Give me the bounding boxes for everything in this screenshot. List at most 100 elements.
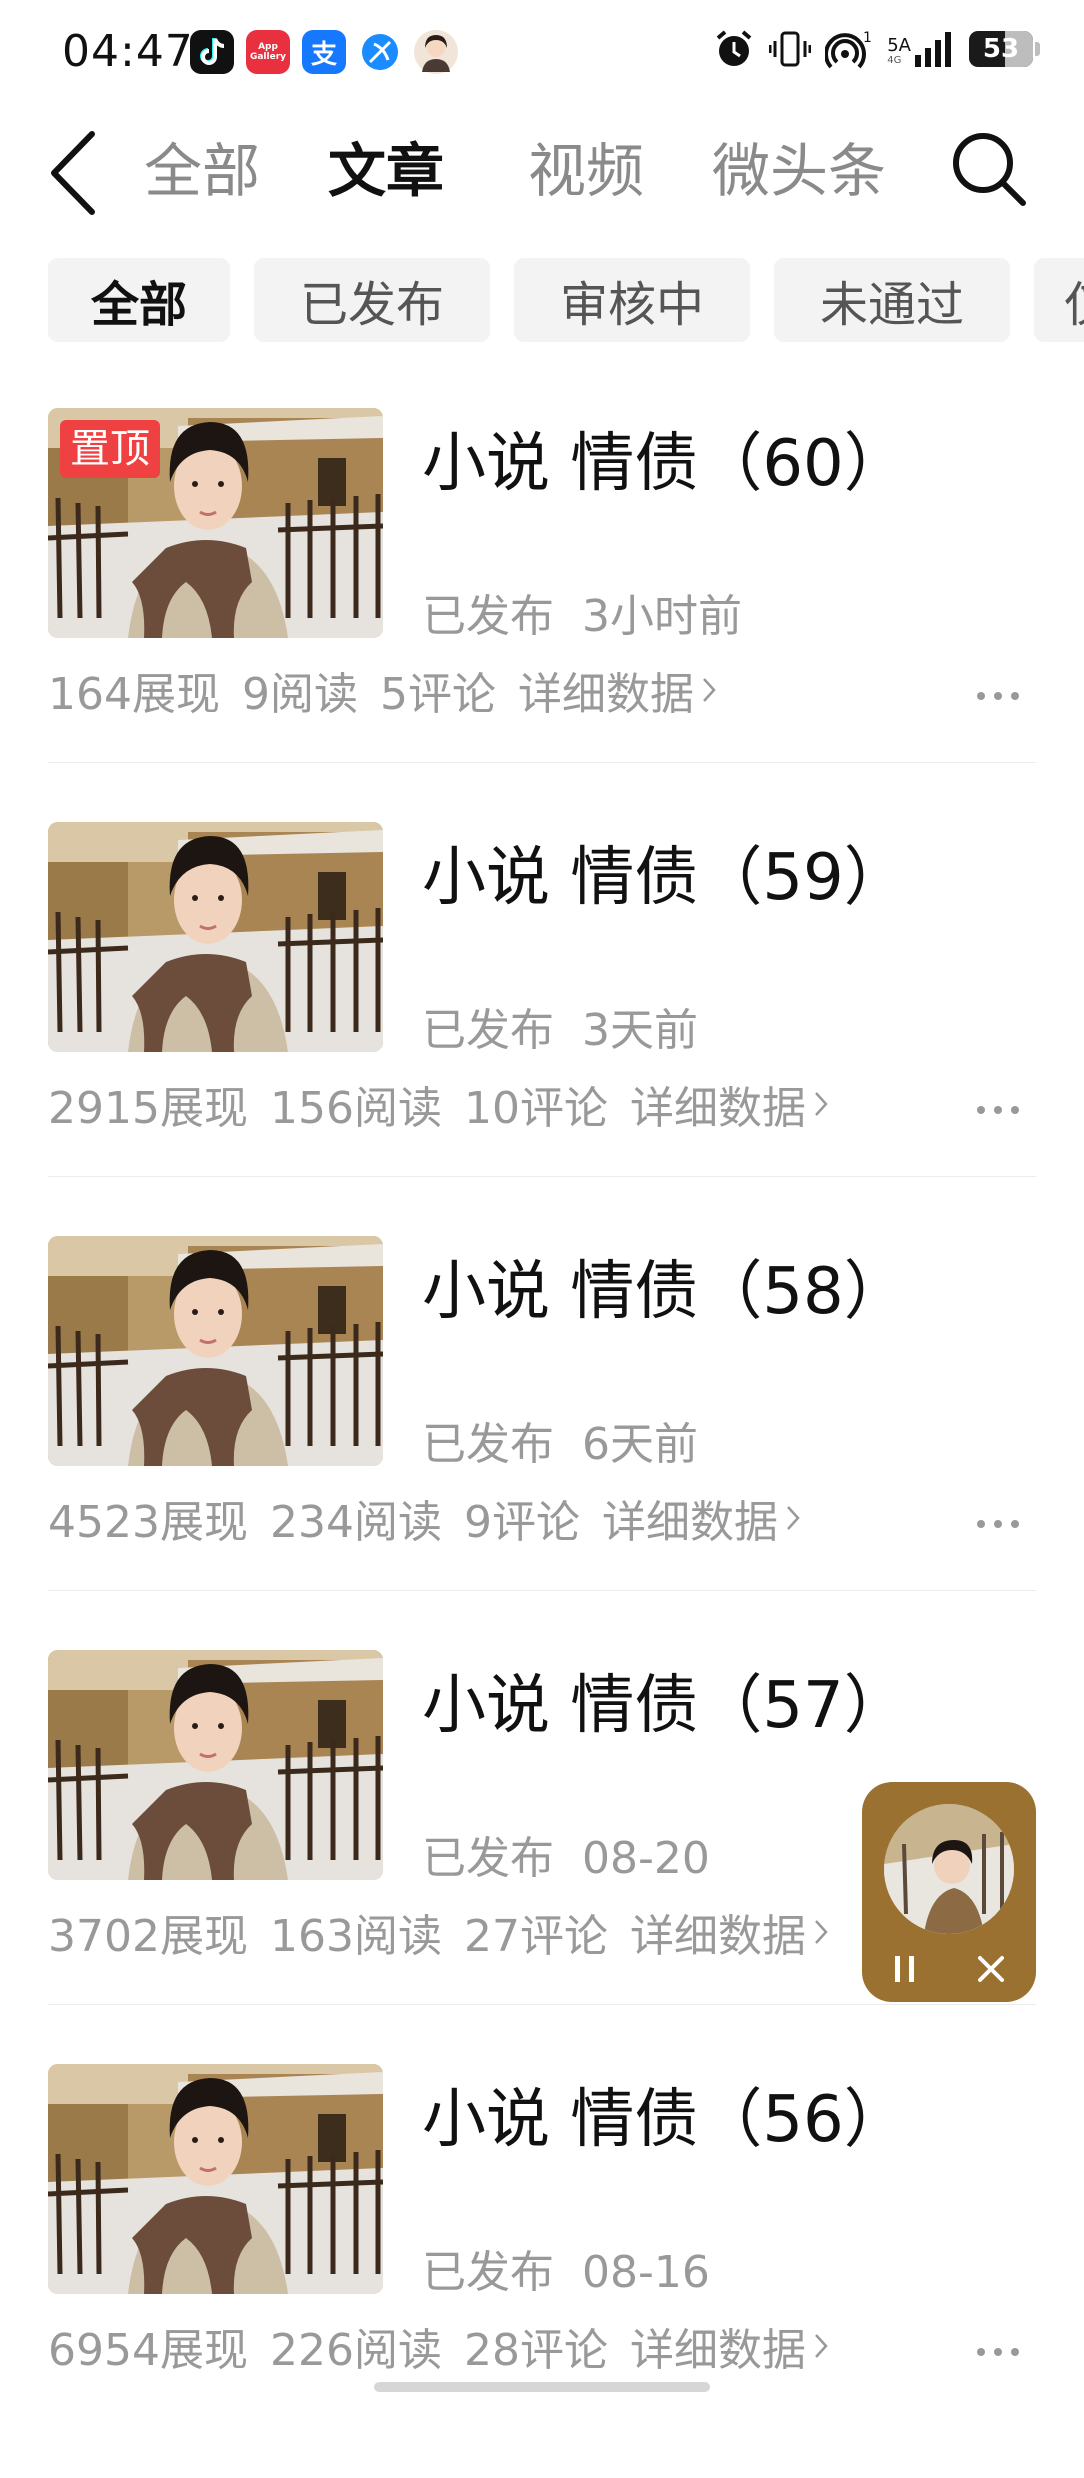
more-options-button[interactable] bbox=[968, 1090, 1028, 1130]
comments-count: 27评论 bbox=[463, 1911, 608, 1962]
divider bbox=[48, 2004, 1036, 2005]
tab-articles[interactable]: 文章 bbox=[328, 126, 444, 216]
article-title[interactable]: 小说 情债（60） bbox=[422, 412, 908, 504]
comments-count: 9评论 bbox=[463, 1497, 580, 1548]
more-options-button[interactable] bbox=[968, 676, 1028, 716]
publish-status: 已发布 bbox=[422, 1005, 554, 1056]
article-status-line: 已发布 08-20 bbox=[422, 1822, 710, 1886]
article-title[interactable]: 小说 情债（56） bbox=[422, 2068, 908, 2160]
close-icon bbox=[978, 1956, 1004, 1982]
filter-published[interactable]: 已发布 bbox=[254, 258, 490, 342]
filter-rejected[interactable]: 未通过 bbox=[774, 258, 1010, 342]
reads-count: 234阅读 bbox=[269, 1497, 442, 1548]
article-thumbnail[interactable] bbox=[48, 822, 383, 1052]
status-filter-bar: 全部 已发布 审核中 未通过 仅 bbox=[0, 258, 1084, 346]
detail-data-link[interactable]: 详细数据 bbox=[602, 1486, 800, 1550]
detail-data-link[interactable]: 详细数据 bbox=[518, 658, 716, 722]
pause-icon bbox=[895, 1956, 914, 1982]
chevron-right-icon bbox=[815, 2334, 828, 2358]
publish-time: 6天前 bbox=[581, 1419, 698, 1470]
more-icon bbox=[977, 1520, 1019, 1528]
divider bbox=[48, 1590, 1036, 1591]
views-count: 6954展现 bbox=[48, 2325, 248, 2376]
avatar-icon bbox=[414, 30, 458, 74]
article-item[interactable]: 小说 情债（56） 已发布 08-16 6954展现 226阅读 28评论 详细… bbox=[0, 2064, 1084, 2478]
reads-count: 226阅读 bbox=[269, 2325, 442, 2376]
article-thumbnail[interactable] bbox=[48, 2064, 383, 2294]
more-options-button[interactable] bbox=[968, 2332, 1028, 2372]
tiktok-icon bbox=[190, 30, 234, 74]
floating-audio-player[interactable] bbox=[862, 1782, 1036, 2002]
tab-all[interactable]: 全部 bbox=[144, 126, 260, 216]
more-icon bbox=[977, 1106, 1019, 1114]
more-options-button[interactable] bbox=[968, 1504, 1028, 1544]
chevron-right-icon bbox=[703, 678, 716, 702]
chevron-left-icon bbox=[51, 131, 95, 215]
article-status-line: 已发布 3天前 bbox=[422, 994, 698, 1058]
filter-all[interactable]: 全部 bbox=[48, 258, 230, 342]
views-count: 2915展现 bbox=[48, 1083, 248, 1134]
comments-count: 28评论 bbox=[463, 2325, 608, 2376]
views-count: 164展现 bbox=[48, 669, 220, 720]
article-title[interactable]: 小说 情债（59） bbox=[422, 826, 908, 918]
pinned-badge: 置顶 bbox=[60, 420, 160, 478]
article-thumbnail[interactable] bbox=[48, 1236, 383, 1466]
article-item[interactable]: 小说 情债（58） 已发布 6天前 4523展现 234阅读 9评论 详细数据 bbox=[0, 1236, 1084, 1650]
article-item[interactable]: 置顶 小说 情债（60） 已发布 3小时前 164展现 9阅读 5评论 详细数据 bbox=[0, 408, 1084, 822]
divider bbox=[48, 1176, 1036, 1177]
status-bar: 04:47 App Gallery 支 1 5A 4G 53 bbox=[0, 0, 1084, 110]
tab-videos[interactable]: 视频 bbox=[528, 126, 644, 216]
article-thumbnail[interactable] bbox=[48, 1650, 383, 1880]
home-indicator[interactable] bbox=[374, 2382, 710, 2392]
detail-data-link[interactable]: 详细数据 bbox=[630, 1900, 828, 1964]
reads-count: 156阅读 bbox=[269, 1083, 442, 1134]
publish-time: 3小时前 bbox=[581, 591, 742, 642]
detail-data-link[interactable]: 详细数据 bbox=[630, 1072, 828, 1136]
article-stats: 6954展现 226阅读 28评论 详细数据 bbox=[48, 2314, 850, 2378]
search-button[interactable] bbox=[944, 124, 1034, 214]
close-player-button[interactable] bbox=[966, 1944, 1016, 1994]
status-indicators: 1 5A 4G 53 bbox=[713, 28, 1040, 70]
tab-micro-posts[interactable]: 微头条 bbox=[712, 126, 886, 216]
svg-text:1: 1 bbox=[863, 30, 872, 46]
views-count: 4523展现 bbox=[48, 1497, 248, 1548]
article-stats: 4523展现 234阅读 9评论 详细数据 bbox=[48, 1486, 822, 1550]
browser-icon bbox=[358, 30, 402, 74]
alarm-icon bbox=[716, 30, 752, 66]
comments-count: 10评论 bbox=[463, 1083, 608, 1134]
article-title[interactable]: 小说 情债（58） bbox=[422, 1240, 908, 1332]
more-icon bbox=[977, 692, 1019, 700]
top-navigation: 全部 文章 视频 微头条 bbox=[0, 110, 1084, 230]
publish-status: 已发布 bbox=[422, 1419, 554, 1470]
back-button[interactable] bbox=[48, 128, 108, 218]
filter-under-review[interactable]: 审核中 bbox=[514, 258, 750, 342]
network-type-label: 5A bbox=[887, 35, 911, 56]
publish-time: 08-16 bbox=[581, 2247, 710, 2298]
status-time: 04:47 bbox=[62, 26, 194, 77]
article-status-line: 已发布 3小时前 bbox=[422, 580, 742, 644]
article-status-line: 已发布 08-16 bbox=[422, 2236, 710, 2300]
chevron-right-icon bbox=[787, 1506, 800, 1530]
pause-button[interactable] bbox=[880, 1944, 930, 1994]
vibrate-icon bbox=[769, 31, 812, 67]
search-icon bbox=[953, 133, 1026, 206]
publish-status: 已发布 bbox=[422, 1833, 554, 1884]
article-thumbnail[interactable]: 置顶 bbox=[48, 408, 383, 638]
article-title[interactable]: 小说 情债（57） bbox=[422, 1654, 908, 1746]
article-item[interactable]: 小说 情债（59） 已发布 3天前 2915展现 156阅读 10评论 详细数据 bbox=[0, 822, 1084, 1236]
cellular-signal: 5A 4G bbox=[887, 31, 955, 67]
battery-level: 53 bbox=[982, 34, 1020, 64]
reads-count: 9阅读 bbox=[241, 669, 358, 720]
article-stats: 3702展现 163阅读 27评论 详细数据 bbox=[48, 1900, 850, 1964]
article-stats: 164展现 9阅读 5评论 详细数据 bbox=[48, 658, 738, 722]
chevron-right-icon bbox=[815, 1920, 828, 1944]
player-cover[interactable] bbox=[884, 1804, 1014, 1934]
publish-status: 已发布 bbox=[422, 2247, 554, 2298]
more-icon bbox=[977, 2348, 1019, 2356]
article-status-line: 已发布 6天前 bbox=[422, 1408, 698, 1472]
detail-data-link[interactable]: 详细数据 bbox=[630, 2314, 828, 2378]
filter-more[interactable]: 仅 bbox=[1034, 258, 1084, 342]
reads-count: 163阅读 bbox=[269, 1911, 442, 1962]
comments-count: 5评论 bbox=[379, 669, 496, 720]
views-count: 3702展现 bbox=[48, 1911, 248, 1962]
